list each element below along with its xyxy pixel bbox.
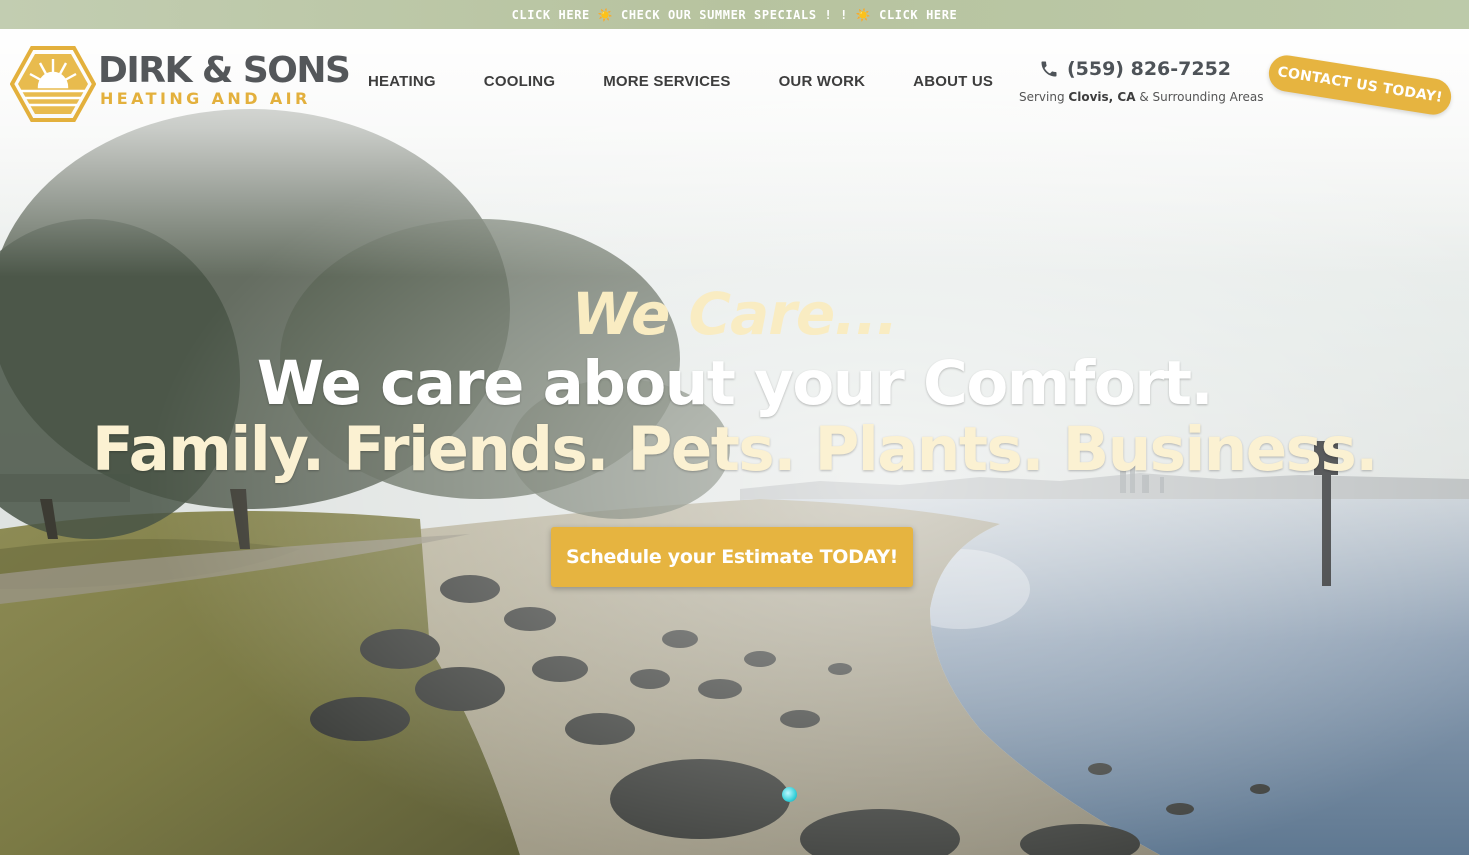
nav-item-more-services[interactable]: MORE SERVICES (603, 73, 730, 93)
phone-number: (559) 826-7252 (1066, 58, 1232, 80)
schedule-estimate-button[interactable]: Schedule your Estimate TODAY! (551, 527, 913, 587)
phone-icon (1041, 61, 1057, 77)
nav-item-about-us[interactable]: ABOUT US (913, 73, 993, 93)
main-nav: HEATING COOLING MORE SERVICES OUR WORK A… (368, 73, 1041, 93)
hero-subheadline: Family. Friends. Pets. Plants. Business. (92, 414, 1378, 485)
serving-prefix: Serving (1019, 90, 1065, 104)
brand-logo[interactable]: DIRK & SONS HEATING AND AIR (10, 45, 351, 123)
contact-info: (559) 826-7252 Serving Clovis, CA & Surr… (1019, 58, 1264, 104)
serving-suffix: & Surrounding Areas (1139, 90, 1264, 104)
brand-name: DIRK & SONS (98, 50, 351, 91)
promo-link[interactable]: CLICK HERE ☀️ CHECK OUR SUMMER SPECIALS … (512, 8, 958, 22)
brand-tagline: HEATING AND AIR (100, 89, 311, 108)
service-area-text: Serving Clovis, CA & Surrounding Areas (1019, 90, 1264, 104)
phone-link[interactable]: (559) 826-7252 (1019, 58, 1251, 80)
hero-kicker: We Care... (571, 280, 899, 348)
promo-bar: CLICK HERE ☀️ CHECK OUR SUMMER SPECIALS … (0, 0, 1469, 29)
nav-item-cooling[interactable]: COOLING (484, 73, 555, 93)
nav-item-our-work[interactable]: OUR WORK (779, 73, 866, 93)
sun-diamond-logo-icon (10, 46, 96, 122)
hero-headline: We care about your Comfort. (256, 348, 1214, 419)
contact-us-button[interactable]: CONTACT US TODAY! (1266, 52, 1454, 118)
site-header: DIRK & SONS HEATING AND AIR HEATING COOL… (0, 29, 1469, 129)
chat-indicator-dot[interactable] (782, 787, 797, 802)
nav-item-heating[interactable]: HEATING (368, 73, 436, 93)
serving-city: Clovis, CA (1068, 90, 1136, 104)
